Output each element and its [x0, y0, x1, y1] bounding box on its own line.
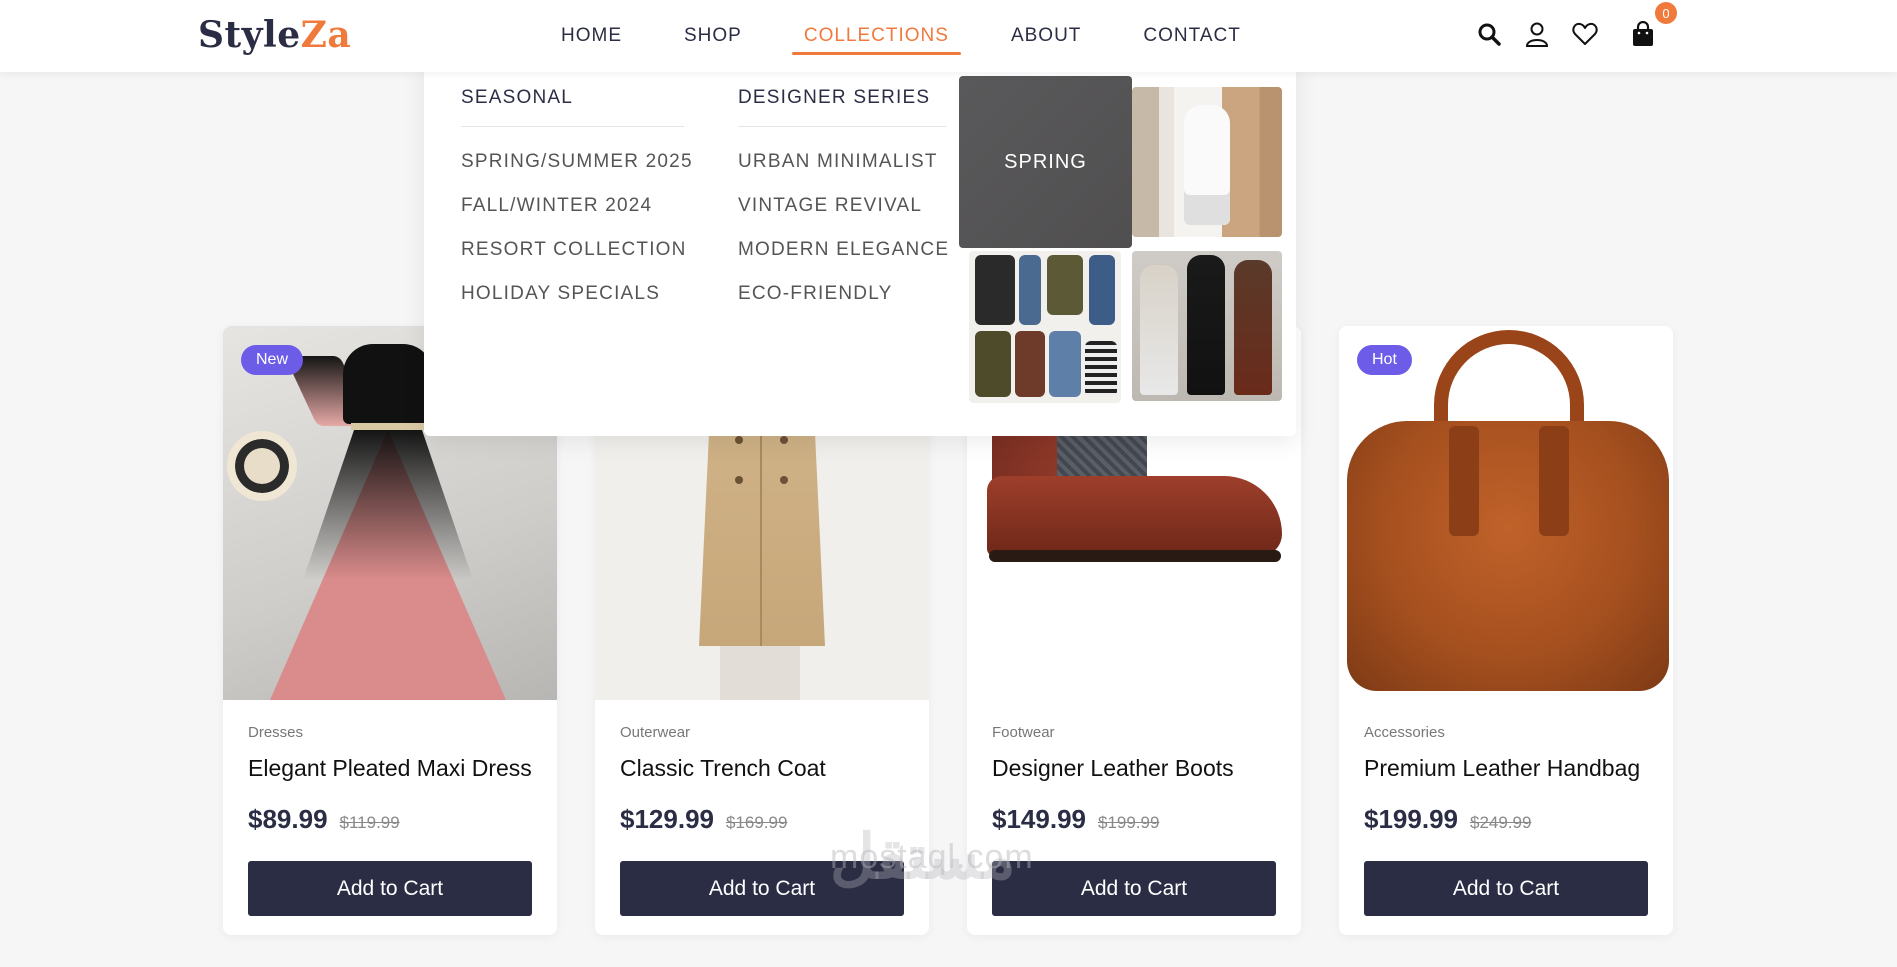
- add-to-cart-button[interactable]: Add to Cart: [248, 861, 532, 916]
- nav-contact[interactable]: CONTACT: [1143, 25, 1240, 47]
- product-old-price: $249.99: [1469, 813, 1532, 832]
- nav-collections[interactable]: COLLECTIONS: [791, 25, 962, 55]
- outfit-shape: [1085, 341, 1117, 397]
- figure-shape: [1184, 105, 1230, 225]
- seasonal-column: SEASONAL SPRING/SUMMER 2025 FALL/WINTER …: [461, 87, 692, 305]
- outfit-shape: [975, 331, 1011, 397]
- bag-shape: [1347, 421, 1669, 691]
- watermark: mostaql.com: [830, 838, 1034, 876]
- menu-link-vintage-revival[interactable]: VINTAGE REVIVAL: [738, 195, 946, 217]
- person-shape: [1187, 255, 1225, 395]
- outfit-shape: [1015, 331, 1045, 397]
- outfit-shape: [1089, 255, 1115, 325]
- product-name[interactable]: Premium Leather Handbag: [1364, 755, 1648, 782]
- user-icon[interactable]: [1523, 20, 1551, 48]
- product-old-price: $119.99: [339, 813, 400, 832]
- person-shape: [1140, 265, 1178, 395]
- featured-spring-label: SPRING: [959, 76, 1132, 248]
- featured-outfits-grid-image[interactable]: [969, 251, 1121, 403]
- header-icons: 0: [1475, 2, 1677, 48]
- dress-belt: [351, 423, 425, 430]
- menu-link-modern-elegance[interactable]: MODERN ELEGANCE: [738, 239, 948, 261]
- boot-shape: [987, 476, 1282, 556]
- site-header: StyleZa HOME SHOP COLLECTIONS ABOUT CONT…: [0, 0, 1897, 72]
- nav-shop[interactable]: SHOP: [684, 25, 742, 47]
- featured-spring-image[interactable]: SPRING: [959, 76, 1132, 248]
- cart-count-badge: 0: [1655, 2, 1677, 24]
- menu-link-resort[interactable]: RESORT COLLECTION: [461, 239, 685, 261]
- logo-accent: Za: [300, 14, 352, 56]
- product-card[interactable]: Hot Accessories Premium Leather Handbag …: [1339, 326, 1673, 935]
- product-category: Dresses: [248, 724, 304, 741]
- shopping-bag-icon[interactable]: 0: [1629, 2, 1677, 48]
- product-price: $129.99: [620, 804, 714, 834]
- designer-title: DESIGNER SERIES: [738, 87, 946, 127]
- bag-strap: [1449, 426, 1479, 536]
- featured-street-style-image[interactable]: [1132, 87, 1282, 237]
- product-old-price: $169.99: [725, 813, 788, 832]
- menu-link-fall-winter[interactable]: FALL/WINTER 2024: [461, 195, 684, 217]
- menu-link-holiday[interactable]: HOLIDAY SPECIALS: [461, 283, 684, 305]
- outfit-shape: [1049, 331, 1081, 397]
- bag-strap: [1539, 426, 1569, 536]
- outfit-shape: [1047, 255, 1083, 315]
- main-nav: HOME SHOP COLLECTIONS ABOUT CONTACT: [530, 0, 1272, 72]
- product-image[interactable]: Hot: [1339, 326, 1673, 700]
- search-icon[interactable]: [1475, 20, 1503, 48]
- product-category: Accessories: [1364, 724, 1445, 741]
- logo-main: Style: [198, 14, 301, 56]
- product-category: Footwear: [992, 724, 1055, 741]
- outfit-shape: [975, 255, 1015, 325]
- coat-button-shape: [735, 436, 743, 444]
- seasonal-title: SEASONAL: [461, 87, 684, 127]
- menu-link-spring-summer[interactable]: SPRING/SUMMER 2025: [461, 151, 692, 173]
- featured-menswear-image[interactable]: [1132, 251, 1282, 401]
- hot-badge: Hot: [1357, 345, 1412, 375]
- nav-about[interactable]: ABOUT: [1011, 25, 1081, 47]
- boot-sole: [989, 550, 1281, 562]
- nav-home[interactable]: HOME: [561, 25, 622, 47]
- outfit-shape: [1019, 255, 1041, 325]
- product-name[interactable]: Designer Leather Boots: [992, 755, 1276, 782]
- coat-button-shape: [780, 476, 788, 484]
- product-price: $89.99: [248, 804, 328, 834]
- coat-button-shape: [780, 436, 788, 444]
- coat-button-shape: [735, 476, 743, 484]
- product-name[interactable]: Classic Trench Coat: [620, 755, 904, 782]
- new-badge: New: [241, 345, 304, 375]
- logo[interactable]: StyleZa: [198, 14, 351, 56]
- collections-mega-menu: SEASONAL SPRING/SUMMER 2025 FALL/WINTER …: [424, 51, 1296, 436]
- legs-shape: [720, 646, 800, 700]
- dress-shape: [343, 344, 433, 424]
- menu-link-urban-minimalist[interactable]: URBAN MINIMALIST: [738, 151, 946, 173]
- add-to-cart-button[interactable]: Add to Cart: [992, 861, 1276, 916]
- product-price: $199.99: [1364, 804, 1458, 834]
- product-category: Outerwear: [620, 724, 691, 741]
- menu-link-eco-friendly[interactable]: ECO-FRIENDLY: [738, 283, 946, 305]
- product-old-price: $199.99: [1097, 813, 1160, 832]
- designer-column: DESIGNER SERIES URBAN MINIMALIST VINTAGE…: [738, 87, 948, 305]
- heart-icon[interactable]: [1571, 20, 1599, 48]
- person-shape: [1234, 260, 1272, 395]
- product-name[interactable]: Elegant Pleated Maxi Dress: [248, 755, 532, 782]
- add-to-cart-button[interactable]: Add to Cart: [1364, 861, 1648, 916]
